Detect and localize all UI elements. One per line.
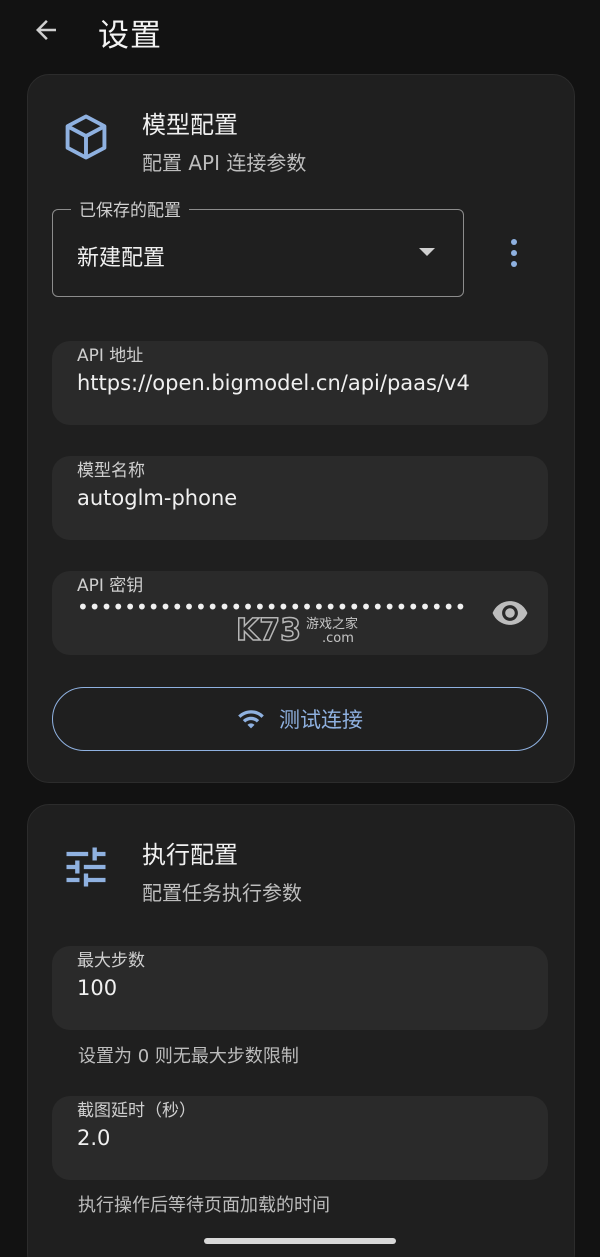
max-steps-helper: 设置为 0 则无最大步数限制 <box>78 1046 299 1067</box>
top-app-bar: 设置 <box>0 0 600 64</box>
screenshot-delay-field[interactable]: 截图延时（秒） 2.0 <box>52 1096 548 1180</box>
api-url-field[interactable]: API 地址 https://open.bigmodel.cn/api/paas… <box>52 341 548 425</box>
toggle-visibility-button[interactable] <box>490 595 530 631</box>
home-indicator[interactable] <box>204 1238 396 1244</box>
dropdown-arrow-icon <box>419 248 435 256</box>
max-steps-input[interactable]: 100 <box>77 976 117 1000</box>
field-label: 最大步数 <box>77 951 145 971</box>
max-steps-field[interactable]: 最大步数 100 <box>52 946 548 1030</box>
field-label: API 密钥 <box>77 576 144 596</box>
eye-icon <box>492 601 528 625</box>
more-vert-icon <box>511 239 517 245</box>
screenshot-delay-helper: 执行操作后等待页面加载的时间 <box>78 1195 330 1216</box>
tune-icon <box>58 839 114 895</box>
field-label: 模型名称 <box>77 461 145 481</box>
exec-config-card: 执行配置 配置任务执行参数 最大步数 100 设置为 0 则无最大步数限制 截图… <box>27 804 575 1257</box>
settings-screen: 设置 模型配置 配置 API 连接参数 已保存的配置 新建配置 API 地址 h… <box>0 0 600 1257</box>
wifi-icon <box>238 710 264 729</box>
field-label: 截图延时（秒） <box>77 1101 196 1121</box>
svg-text:.com: .com <box>322 631 354 646</box>
card-subtitle: 配置任务执行参数 <box>142 881 302 905</box>
saved-config-dropdown[interactable]: 已保存的配置 新建配置 <box>52 196 464 297</box>
page-title: 设置 <box>98 18 162 54</box>
card-subtitle: 配置 API 连接参数 <box>142 151 307 175</box>
dropdown-label: 已保存的配置 <box>71 196 189 221</box>
api-url-input[interactable]: https://open.bigmodel.cn/api/paas/v4 <box>77 371 470 395</box>
arrow-left-icon <box>36 20 56 40</box>
more-options-button[interactable] <box>496 231 532 275</box>
model-config-card: 模型配置 配置 API 连接参数 已保存的配置 新建配置 API 地址 http… <box>27 74 575 783</box>
k73-watermark-logo: K73 游戏之家 .com <box>236 612 358 649</box>
screenshot-delay-input[interactable]: 2.0 <box>77 1126 110 1150</box>
model-name-field[interactable]: 模型名称 autoglm-phone <box>52 456 548 540</box>
test-connection-label: 测试连接 <box>279 708 363 732</box>
test-connection-button[interactable]: 测试连接 <box>52 687 548 751</box>
card-title: 执行配置 <box>142 841 238 869</box>
svg-text:游戏之家: 游戏之家 <box>306 616 358 632</box>
svg-text:K73: K73 <box>236 613 301 648</box>
model-name-input[interactable]: autoglm-phone <box>77 486 237 510</box>
back-button[interactable] <box>24 8 68 52</box>
field-label: API 地址 <box>77 346 144 366</box>
cube-icon <box>58 109 114 165</box>
dropdown-value: 新建配置 <box>77 246 166 271</box>
card-title: 模型配置 <box>142 111 238 139</box>
